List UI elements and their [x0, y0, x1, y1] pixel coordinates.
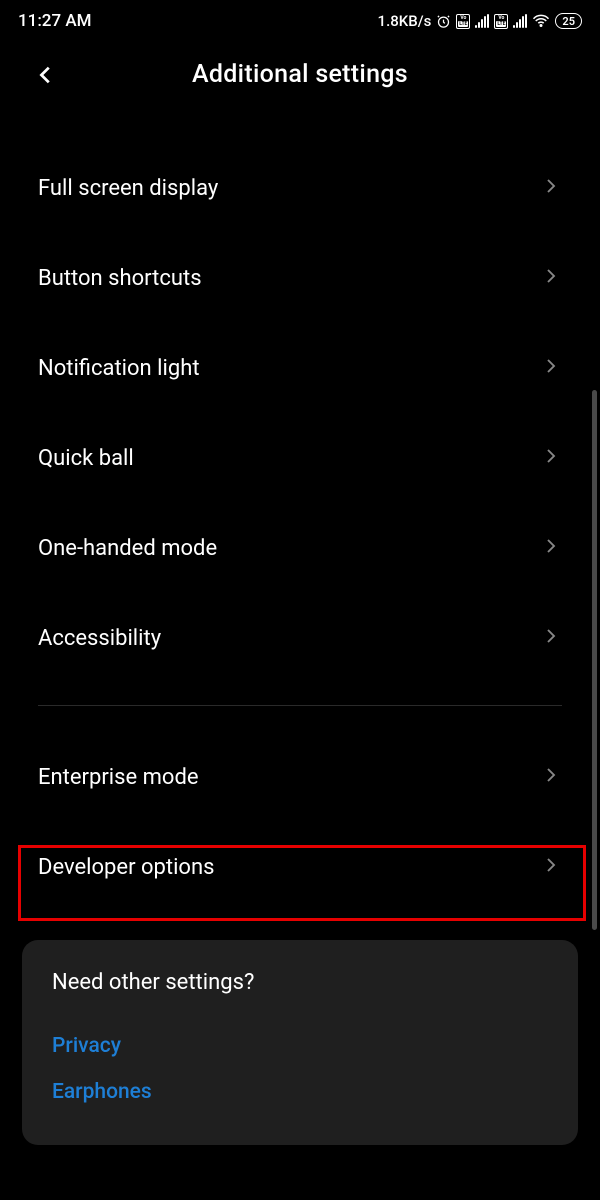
- settings-row-accessibility[interactable]: Accessibility: [0, 593, 600, 683]
- card-link-privacy[interactable]: Privacy: [52, 1023, 548, 1069]
- settings-row-full-screen-display[interactable]: Full screen display: [0, 143, 600, 233]
- chevron-right-icon: [542, 856, 560, 878]
- chevron-right-icon: [542, 357, 560, 379]
- wifi-icon: [532, 12, 550, 30]
- alarm-icon: [436, 14, 451, 29]
- settings-row-notification-light[interactable]: Notification light: [0, 323, 600, 413]
- settings-row-label: Developer options: [38, 855, 214, 880]
- header: Additional settings: [0, 36, 600, 113]
- chevron-right-icon: [542, 537, 560, 559]
- settings-row-label: Full screen display: [38, 176, 218, 201]
- divider: [38, 705, 562, 706]
- chevron-left-icon: [35, 64, 57, 86]
- signal-icon-1: [475, 14, 489, 28]
- card-link-earphones[interactable]: Earphones: [52, 1069, 548, 1115]
- settings-row-enterprise-mode[interactable]: Enterprise mode: [0, 732, 600, 822]
- settings-row-label: Accessibility: [38, 626, 161, 651]
- other-settings-card: Need other settings? Privacy Earphones: [22, 940, 578, 1145]
- volte-icon-2: VoLTE: [494, 14, 508, 29]
- status-data-rate: 1.8KB/s: [378, 12, 432, 30]
- chevron-right-icon: [542, 447, 560, 469]
- settings-row-label: Notification light: [38, 356, 200, 381]
- settings-row-label: Button shortcuts: [38, 266, 202, 291]
- status-bar: 11:27 AM 1.8KB/s VoLTE VoLTE 25: [0, 0, 600, 36]
- settings-row-label: Enterprise mode: [38, 765, 199, 790]
- page-title: Additional settings: [30, 60, 570, 89]
- battery-indicator: 25: [555, 13, 582, 29]
- chevron-right-icon: [542, 177, 560, 199]
- card-title: Need other settings?: [52, 970, 548, 995]
- settings-row-button-shortcuts[interactable]: Button shortcuts: [0, 233, 600, 323]
- settings-row-label: One-handed mode: [38, 536, 217, 561]
- volte-icon-1: VoLTE: [456, 14, 470, 29]
- signal-icon-2: [513, 14, 527, 28]
- back-button[interactable]: [30, 59, 62, 91]
- settings-row-quick-ball[interactable]: Quick ball: [0, 413, 600, 503]
- settings-row-developer-options[interactable]: Developer options: [0, 822, 600, 912]
- settings-list: Full screen display Button shortcuts Not…: [0, 113, 600, 1145]
- settings-row-label: Quick ball: [38, 446, 134, 471]
- status-time: 11:27 AM: [18, 11, 92, 31]
- chevron-right-icon: [542, 766, 560, 788]
- chevron-right-icon: [542, 267, 560, 289]
- chevron-right-icon: [542, 627, 560, 649]
- settings-row-one-handed-mode[interactable]: One-handed mode: [0, 503, 600, 593]
- scrollbar[interactable]: [592, 390, 597, 930]
